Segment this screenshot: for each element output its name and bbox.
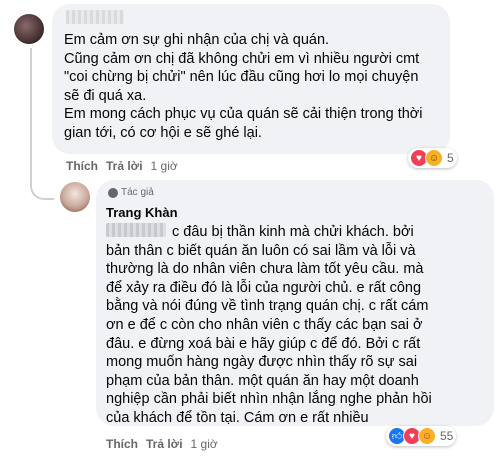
reply-line: đâu. e đừng xoá bài e hãy giúp c để đó. … (106, 335, 421, 352)
author-badge: Tác giả (108, 187, 154, 198)
author-badge-icon (108, 187, 118, 198)
comment-time[interactable]: 1 giờ (151, 159, 178, 173)
reply-link[interactable]: Trả lời (106, 159, 143, 173)
reply-line: bằng và nói đúng về tình trạng quán chị.… (106, 298, 429, 315)
reply-actions: Thích Trả lời 1 giờ (106, 437, 218, 451)
comment-line: gian tới, có cơ hội e sẽ ghé lại. (64, 124, 262, 141)
commenter-avatar[interactable] (14, 14, 44, 44)
reply-line: bản thân c biết quán ăn luôn có sai lầm … (106, 242, 416, 259)
haha-icon: ☺ (425, 149, 443, 167)
author-name[interactable]: Trang Khàn (106, 205, 178, 220)
comment-time[interactable]: 1 giờ (191, 437, 218, 451)
reply-text: c đâu bị thần kinh mà chửi khách. bởi bả… (106, 223, 488, 428)
author-avatar[interactable] (60, 182, 90, 212)
comment-actions: Thích Trả lời 1 giờ (66, 159, 178, 173)
reply-link[interactable]: Trả lời (146, 437, 183, 451)
reply-line: phạm của bản thân. một quán ăn hay một d… (106, 372, 419, 389)
like-link[interactable]: Thích (66, 159, 98, 173)
reply-line: để xảy ra điều đó là lỗi của người chủ. … (106, 279, 422, 296)
reply-line: nghiệp cần phải biết nhìn nhận lắng nghe… (106, 391, 432, 408)
like-link[interactable]: Thích (106, 437, 138, 451)
author-badge-label: Tác giả (121, 187, 154, 198)
comment-line: Cũng cảm ơn chị đã không chửi em vì nhiề… (64, 50, 420, 67)
comment-text: Em cảm ơn sự ghi nhận của chị và quán. C… (64, 31, 448, 143)
comment-line: "coi chừng bị chửi" nên lúc đầu cũng hơi… (64, 69, 419, 86)
reply-line: thường là do nhân viên chưa làm tốt yêu … (106, 261, 424, 278)
comment-line: Em cảm ơn sự ghi nhận của chị và quán. (64, 32, 330, 48)
reply-line: c đâu bị thần kinh mà chửi khách. bởi (172, 224, 414, 240)
reaction-summary[interactable]: ♥ ☺ 5 (408, 148, 457, 168)
comment-line: sẽ đi quá xa. (64, 87, 147, 104)
thread-connector (30, 48, 54, 200)
comment-line: Em mong cách phục vụ của quán sẽ cải thi… (64, 106, 423, 123)
reply-line: ơn e để c còn cho nhân viên c thấy các b… (106, 316, 423, 333)
reaction-summary[interactable]: 👍︎ ♥ ☺ 55 (386, 426, 457, 446)
reaction-count: 55 (440, 429, 454, 443)
reply-line: mong muốn hàng ngày được nhìn thấy rõ sự… (106, 354, 418, 371)
blurred-commenter-name (66, 10, 124, 24)
reply-line: của khách để tồn tại. Cám ơn e rất nhiều (106, 409, 369, 426)
reaction-count: 5 (447, 151, 454, 165)
care-icon: ☺ (418, 427, 436, 445)
